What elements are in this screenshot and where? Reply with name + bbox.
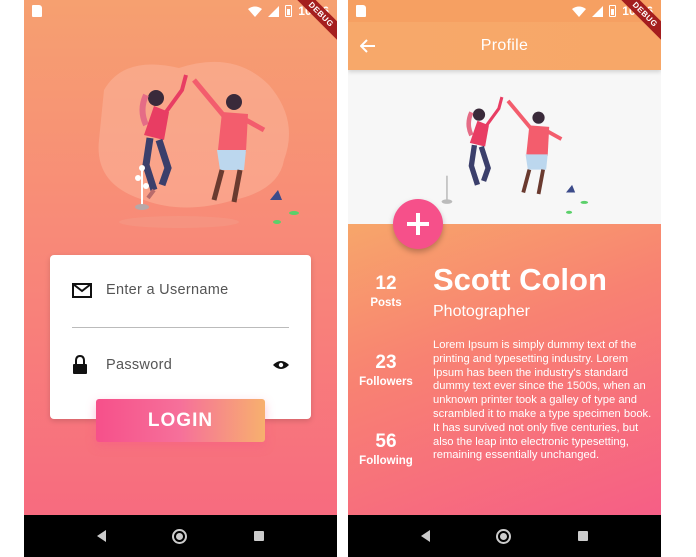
page-title: Profile xyxy=(480,37,529,54)
back-arrow-icon xyxy=(360,39,375,53)
nav-back-icon[interactable] xyxy=(421,530,431,542)
profile-name: Scott Colon xyxy=(433,262,607,297)
profile-hero-image xyxy=(348,70,661,224)
app-bar: Profile xyxy=(348,22,661,70)
profile-screen: 10:36 DEBUG Profile xyxy=(348,0,661,557)
battery-icon xyxy=(285,5,293,17)
mail-icon xyxy=(72,282,92,298)
login-card: Enter a Username Password xyxy=(50,255,311,419)
nav-back-icon[interactable] xyxy=(97,530,107,542)
dancing-people-illustration xyxy=(441,96,589,214)
nav-recent-icon[interactable] xyxy=(577,531,588,541)
login-screen: 10:36 DEBUG Enter a Username xyxy=(24,0,337,557)
stat-value: 23 xyxy=(375,352,397,373)
login-button[interactable]: LOGIN xyxy=(96,399,265,442)
dancing-people-illustration xyxy=(98,61,299,228)
plus-icon xyxy=(407,213,429,235)
battery-icon xyxy=(609,5,617,17)
back-button[interactable] xyxy=(348,22,388,70)
stat-label: Followers xyxy=(359,376,413,388)
username-field[interactable]: Enter a Username xyxy=(72,282,289,298)
nav-recent-icon[interactable] xyxy=(253,531,264,541)
signal-icon xyxy=(592,5,604,17)
signal-icon xyxy=(268,5,280,17)
profile-bio: Lorem Ipsum is simply dummy text of the … xyxy=(433,339,652,462)
profile-role: Photographer xyxy=(433,303,530,320)
username-underline xyxy=(72,327,289,328)
nav-home-icon[interactable] xyxy=(172,528,188,544)
wifi-icon xyxy=(572,6,587,17)
password-placeholder: Password xyxy=(106,357,173,373)
stat-value: 56 xyxy=(375,431,397,452)
status-bar: 10:36 xyxy=(348,0,661,22)
stat-posts: 12 Posts xyxy=(354,273,418,309)
password-field[interactable]: Password xyxy=(72,355,289,375)
lock-icon xyxy=(73,355,87,374)
sd-card-icon xyxy=(32,5,42,17)
add-button[interactable] xyxy=(393,199,443,249)
stat-label: Following xyxy=(359,455,413,467)
stat-value: 12 xyxy=(375,273,397,294)
android-nav-bar xyxy=(24,515,337,557)
wifi-icon xyxy=(248,6,263,17)
android-nav-bar xyxy=(348,515,661,557)
sd-card-icon xyxy=(356,5,366,17)
stat-label: Posts xyxy=(370,297,402,309)
nav-home-icon[interactable] xyxy=(496,528,512,544)
eye-icon[interactable] xyxy=(273,360,289,370)
stat-following: 56 Following xyxy=(354,431,418,467)
status-bar: 10:36 xyxy=(24,0,337,22)
username-placeholder: Enter a Username xyxy=(106,282,229,298)
stat-followers: 23 Followers xyxy=(354,352,418,388)
